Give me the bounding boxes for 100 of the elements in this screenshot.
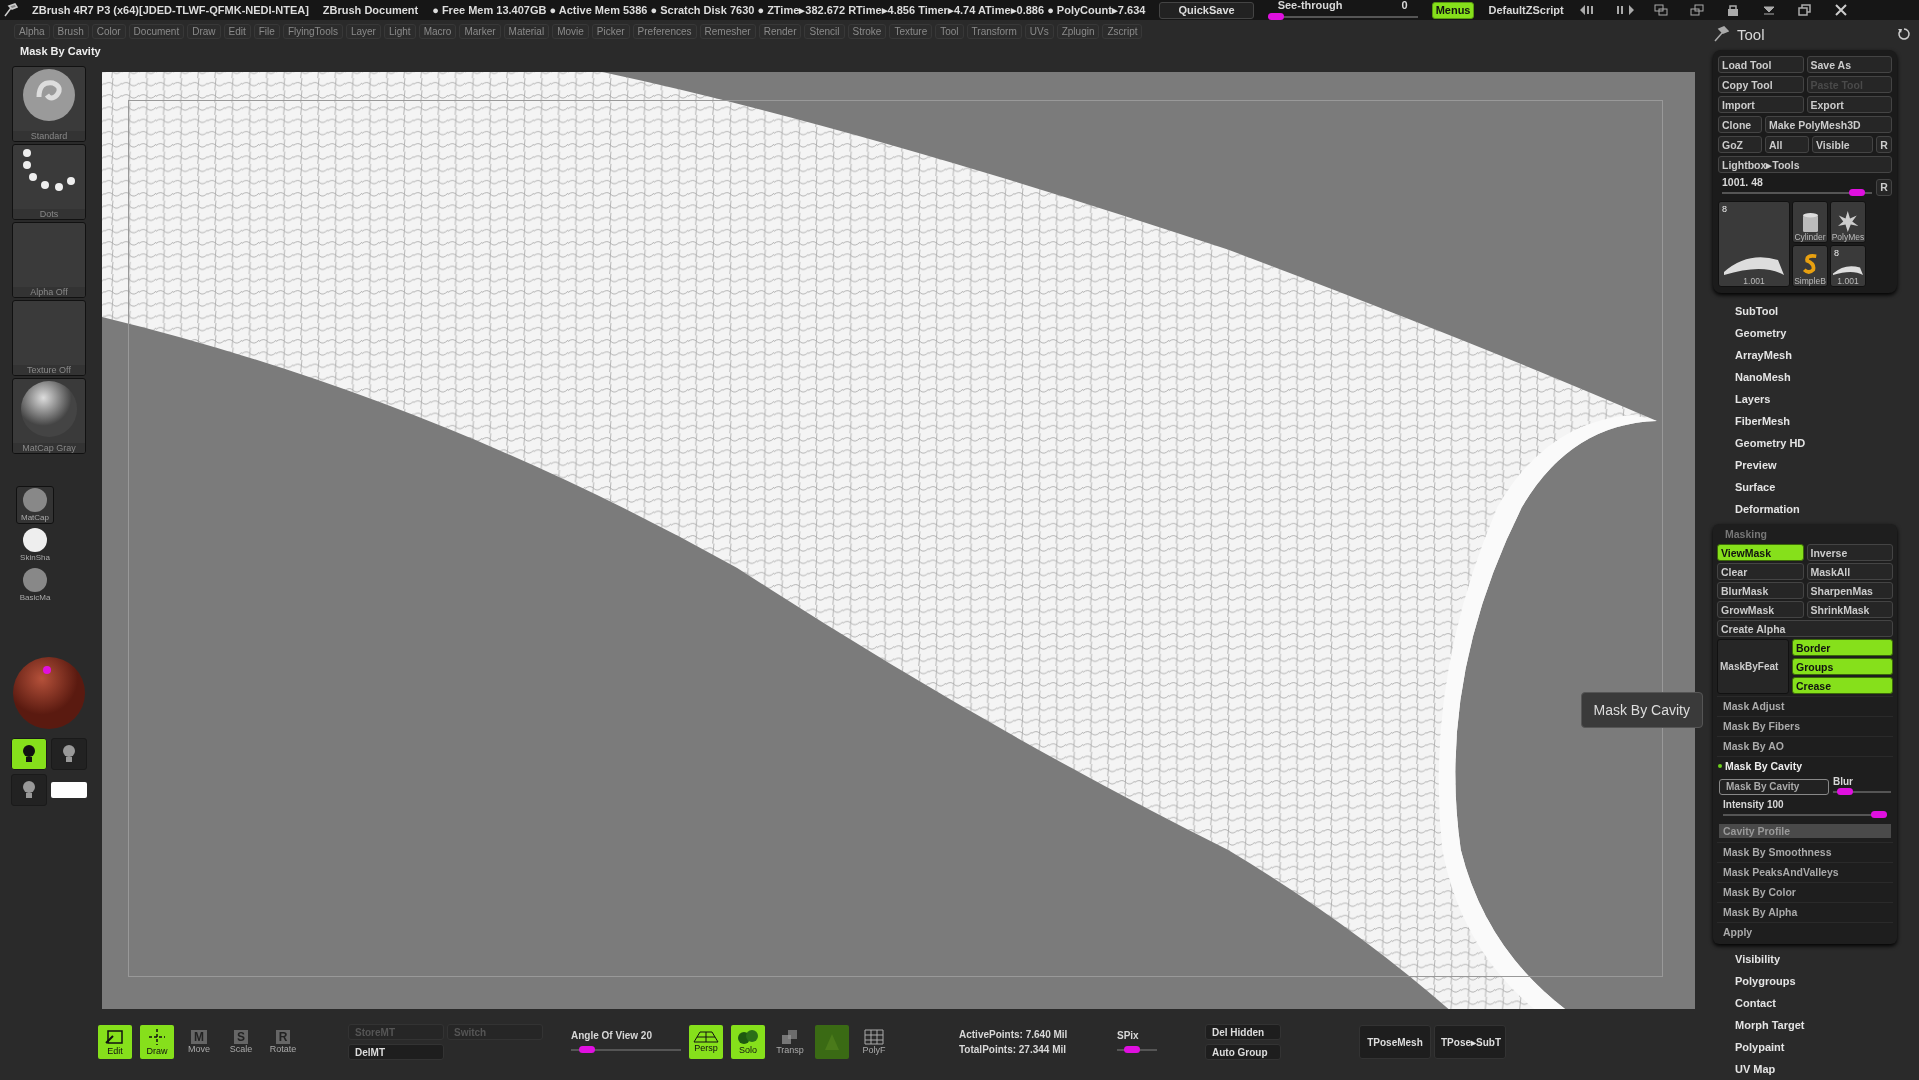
menu-item[interactable]: Movie [552, 23, 589, 39]
palette-section[interactable]: Polygroups [1705, 970, 1919, 993]
menu-item[interactable]: Tool [935, 23, 964, 39]
palette-section[interactable]: Contact [1705, 992, 1919, 1015]
menu-item[interactable]: Render [758, 23, 802, 39]
mask-button[interactable]: Inverse [1806, 544, 1893, 562]
tool-button[interactable]: All [1765, 136, 1809, 154]
slider-thumb[interactable] [1849, 189, 1866, 197]
quicksave-button[interactable]: QuickSave [1159, 1, 1254, 19]
menu-item[interactable]: Document [128, 23, 185, 39]
mask-button[interactable]: ShrinkMask [1806, 601, 1893, 619]
shelf-thumbnail[interactable]: Texture Off [12, 300, 86, 376]
slider-thumb[interactable] [1267, 12, 1284, 20]
menu-item[interactable]: Texture [889, 23, 933, 39]
tool-button[interactable]: Clone [1718, 116, 1762, 134]
menu-item[interactable]: Alpha [14, 23, 50, 39]
shelf-thumbnail[interactable]: Alpha Off [12, 222, 86, 298]
see-through-slider[interactable] [1267, 15, 1418, 18]
mask-subsection[interactable]: Mask By Smoothness [1717, 842, 1893, 861]
mask-button[interactable]: Clear [1717, 563, 1804, 581]
panel-title[interactable]: Masking [1717, 526, 1893, 543]
tool-button[interactable]: Export [1806, 96, 1892, 114]
menu-item[interactable]: Remesher [699, 23, 756, 39]
menu-item[interactable]: File [253, 23, 280, 39]
mask-button[interactable]: GrowMask [1717, 601, 1804, 619]
tool-button[interactable]: Lightbox▸Tools [1718, 156, 1892, 174]
palette-section[interactable]: Deformation [1705, 498, 1919, 521]
tool-button[interactable]: Import [1718, 96, 1804, 114]
tool-button[interactable]: Visible [1812, 136, 1873, 154]
palette-section[interactable]: FiberMesh [1705, 410, 1919, 433]
palette-section[interactable]: Morph Target [1705, 1014, 1919, 1037]
tool-button[interactable]: Draw [140, 1025, 174, 1059]
mask-button[interactable]: Create Alpha [1717, 620, 1893, 638]
menu-item[interactable]: Macro [418, 23, 457, 39]
tpose-button[interactable]: TPose▸SubT [1434, 1025, 1506, 1059]
slider-thumb[interactable] [1871, 811, 1887, 819]
tool-thumbnail[interactable]: Cylinder [1792, 201, 1828, 244]
menu-item[interactable]: Marker [459, 23, 501, 39]
tool-button[interactable]: GoZ [1718, 136, 1762, 154]
view-toggle-button[interactable]: PolyF [857, 1025, 891, 1059]
tool-button[interactable]: R Rotate [266, 1025, 300, 1059]
light-bulb-button[interactable] [51, 738, 87, 770]
palette-section[interactable]: Polypaint [1705, 1036, 1919, 1058]
slider-thumb[interactable] [578, 1045, 595, 1053]
material-swatch[interactable]: MatCap [16, 486, 54, 524]
mask-button[interactable]: SharpenMas [1806, 582, 1893, 600]
palette-section[interactable]: Geometry [1705, 322, 1919, 345]
menu-item[interactable]: Draw [187, 23, 221, 39]
reset-button[interactable]: R [1876, 178, 1892, 196]
menus-button[interactable]: Menus [1431, 1, 1475, 19]
tpose-button[interactable]: TPoseMesh [1359, 1025, 1431, 1059]
menu-item[interactable]: Layer [345, 23, 381, 39]
view-toggle-button[interactable]: Solo [731, 1025, 765, 1059]
mask-subsection[interactable]: Mask By AO [1717, 736, 1893, 755]
spix-slider[interactable] [1117, 1048, 1157, 1051]
menu-item[interactable]: Picker [591, 23, 630, 39]
tool-button[interactable]: S Scale [224, 1025, 258, 1059]
color-swatch[interactable] [51, 782, 87, 798]
mask-by-feature-button[interactable]: MaskByFeat [1717, 639, 1789, 695]
palette-section[interactable]: SubTool [1705, 300, 1919, 323]
tool-button[interactable]: Save As [1806, 56, 1892, 74]
view-toggle-button[interactable] [815, 1025, 849, 1059]
menu-item[interactable]: UVs [1024, 23, 1054, 39]
tool-thumbnail[interactable]: 8 1.001 [1830, 245, 1866, 288]
mask-subsection[interactable]: Mask By Fibers [1717, 716, 1893, 735]
tool-thumbnail[interactable]: 8 1.001 [1718, 201, 1790, 288]
feature-toggle[interactable]: Groups [1792, 658, 1893, 676]
mask-subsection[interactable]: Mask By Alpha [1717, 902, 1893, 921]
light-bulb-button[interactable] [11, 738, 47, 770]
menu-item[interactable]: Stencil [804, 23, 845, 39]
menu-item[interactable]: Edit [223, 23, 251, 39]
palette-section[interactable]: Geometry HD [1705, 432, 1919, 455]
feature-toggle[interactable]: Border [1792, 639, 1893, 657]
menu-item[interactable]: Material [503, 23, 550, 39]
palette-section[interactable]: NanoMesh [1705, 366, 1919, 389]
slider-thumb[interactable] [1124, 1045, 1141, 1053]
tool-thumbnail[interactable]: SimpleB [1792, 245, 1828, 288]
mask-by-cavity-button[interactable]: Mask By Cavity [1719, 778, 1829, 795]
mask-subsection[interactable]: Mask By Color [1717, 882, 1893, 901]
mask-button[interactable]: BlurMask [1717, 582, 1804, 600]
menu-item[interactable]: Color [91, 23, 126, 39]
menu-item[interactable]: Preferences [632, 23, 697, 39]
palette-section[interactable]: Visibility [1705, 948, 1919, 971]
palette-section[interactable]: UV Map [1705, 1058, 1919, 1080]
view-toggle-button[interactable]: Persp [689, 1025, 723, 1059]
reset-icon[interactable] [1897, 27, 1911, 42]
apply-button[interactable]: Apply [1717, 922, 1893, 941]
blur-slider[interactable] [1833, 791, 1891, 794]
menu-item[interactable]: Light [383, 23, 416, 39]
palette-section[interactable]: Layers [1705, 388, 1919, 411]
menu-item[interactable]: Brush [52, 23, 89, 39]
tool-button[interactable]: Copy Tool [1718, 76, 1804, 94]
tool-thumbnail[interactable]: PolyMes [1830, 201, 1866, 244]
menu-item[interactable]: FlyingTools [282, 23, 343, 39]
shelf-thumbnail[interactable]: MatCap Gray [12, 378, 86, 454]
menu-item[interactable]: Zplugin [1056, 23, 1100, 39]
mask-subsection[interactable]: Mask PeaksAndValleys [1717, 862, 1893, 881]
light-bulb-button[interactable] [11, 774, 47, 806]
mask-subsection[interactable]: Mask By Cavity [1717, 756, 1893, 775]
mask-button[interactable]: MaskAll [1806, 563, 1893, 581]
